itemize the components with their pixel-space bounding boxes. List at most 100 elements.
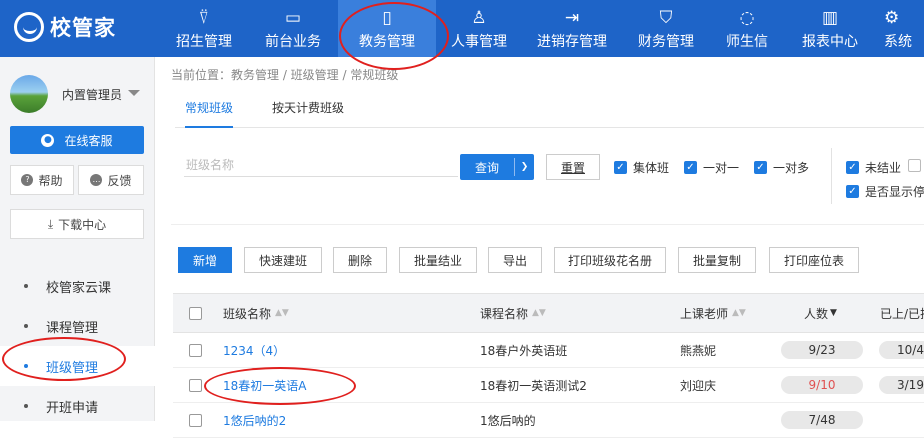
sidebar: 内置管理员 ● 在线客服 ? 帮助 … 反馈 ⤓ 下载中心 校管家云课 课程管理… (0, 57, 155, 421)
sidebar-item-class-management[interactable]: 班级管理 (0, 346, 155, 386)
sidebar-item-course-management[interactable]: 课程管理 (0, 306, 155, 346)
print-seating-chart-button[interactable]: 打印座位表 (769, 247, 859, 273)
download-center-button[interactable]: ⤓ 下载中心 (10, 209, 144, 239)
sidebar-item-label: 开班申请 (46, 400, 99, 416)
checkmark-icon: ✓ (754, 161, 767, 174)
nav-item-finance[interactable]: ⛉ 财务管理 (622, 0, 710, 57)
nav-item-hr[interactable]: ♙ 人事管理 (436, 0, 522, 57)
nav-label: 教务管理 (359, 33, 415, 50)
column-header-class-name[interactable]: 班级名称 ▲▼ (223, 294, 289, 332)
sidebar-item-cloud-course[interactable]: 校管家云课 (0, 266, 155, 306)
money-shield-icon: ⛉ (659, 7, 673, 28)
tab-regular-class[interactable]: 常规班级 (185, 92, 234, 128)
class-name-link[interactable]: 18春初一英语A (223, 368, 306, 402)
checkbox-label: 一对一 (703, 161, 740, 175)
teacher-name: 刘迎庆 (680, 378, 717, 393)
nav-item-inventory[interactable]: ⇥ 进销存管理 (522, 0, 622, 57)
table-row: 18春初一英语A 18春初一英语测试2 刘迎庆 9/10 3/19 (173, 368, 924, 403)
checkmark-icon: ✓ (684, 161, 697, 174)
query-label: 查询 (474, 160, 499, 175)
person-icon: ♙ (471, 7, 487, 28)
question-icon: ? (21, 174, 34, 186)
row-checkbox[interactable] (189, 403, 202, 437)
avatar[interactable] (10, 75, 48, 113)
user-plus-icon: ⍢ (198, 7, 210, 28)
nav-item-messages[interactable]: ◌ 师生信 (710, 0, 784, 57)
nav-item-front-desk[interactable]: ▭ 前台业务 (248, 0, 338, 57)
nav-item-system[interactable]: ⚙ 系统 (876, 0, 924, 57)
download-center-label: 下载中心 (58, 217, 107, 232)
export-button[interactable]: 导出 (488, 247, 542, 273)
nav-label: 前台业务 (265, 33, 321, 50)
checkbox-not-graduated[interactable]: ✓ 未结业 (846, 159, 901, 176)
column-header-count[interactable]: 人数 ▼ (804, 294, 837, 332)
nav-label: 报表中心 (802, 33, 858, 50)
nav-label: 进销存管理 (537, 33, 607, 50)
section-divider (171, 224, 924, 225)
tab-daily-billing-class[interactable]: 按天计费班级 (272, 92, 344, 128)
nav-item-admissions[interactable]: ⍢ 招生管理 (160, 0, 248, 57)
column-header-progress[interactable]: 已上/已排 (880, 294, 924, 332)
checkbox-icon (189, 343, 202, 357)
column-header-teacher[interactable]: 上课老师 ▲▼ (680, 294, 746, 332)
app-logo[interactable]: 校管家 (14, 12, 116, 42)
chevron-down-icon[interactable]: ❯ (515, 162, 534, 172)
batch-graduate-button[interactable]: 批量结业 (399, 247, 477, 273)
feedback-icon: … (90, 174, 103, 186)
nav-item-academic[interactable]: ▯ 教务管理 (338, 0, 436, 57)
row-checkbox[interactable] (189, 368, 202, 402)
course-name: 18春户外英语班 (480, 343, 568, 358)
class-tabs: 常规班级 按天计费班级 (175, 92, 924, 128)
print-roster-button[interactable]: 打印班级花名册 (554, 247, 666, 273)
sort-desc-icon: ▼ (830, 308, 837, 318)
sidebar-item-label: 班级管理 (46, 360, 99, 376)
chevron-down-icon[interactable] (128, 90, 140, 96)
count-pill: 9/10 (781, 376, 863, 394)
nav-label: 师生信 (726, 33, 768, 50)
count-pill: 7/48 (781, 411, 863, 429)
nav-label: 系统 (884, 33, 912, 50)
batch-copy-button[interactable]: 批量复制 (678, 247, 756, 273)
checkbox-group-class[interactable]: ✓ 集体班 (614, 159, 669, 176)
online-service-button[interactable]: ● 在线客服 (10, 126, 144, 154)
header-label: 人数 (804, 306, 829, 321)
feedback-button[interactable]: … 反馈 (78, 165, 144, 195)
select-all-checkbox[interactable] (189, 294, 202, 332)
top-navigation-bar: 校管家 ⍢ 招生管理 ▭ 前台业务 ▯ 教务管理 ♙ 人事管理 ⇥ 进销存管理 … (0, 0, 924, 57)
bullet-icon (24, 284, 28, 288)
class-name-link[interactable]: 1悠后呐的2 (223, 403, 286, 437)
sidebar-item-label: 校管家云课 (46, 280, 112, 296)
table-row: 1234（4） 18春户外英语班 熊燕妮 9/23 10/4 (173, 333, 924, 368)
nav-item-reports[interactable]: ▥ 报表中心 (784, 0, 876, 57)
checkbox-unlabeled[interactable] (908, 159, 924, 172)
table-header: 班级名称▲▼ 课程名称▲▼ 上课老师▲▼ 人数▼ 已上/已排 (173, 293, 924, 333)
chat-bubble-icon: ● (41, 133, 55, 147)
delete-button[interactable]: 删除 (333, 247, 387, 273)
student-count: 9/23 (781, 333, 863, 367)
add-button[interactable]: 新增 (178, 247, 232, 273)
checkbox-icon (189, 306, 202, 320)
column-header-course-name[interactable]: 课程名称 ▲▼ (480, 294, 546, 332)
query-button[interactable]: 查询 ❯ (460, 154, 534, 180)
checkbox-one-on-one[interactable]: ✓ 一对一 (684, 159, 739, 176)
quick-create-class-button[interactable]: 快速建班 (244, 247, 322, 273)
class-name-link[interactable]: 1234（4） (223, 333, 285, 367)
header-label: 已上/已排 (880, 306, 924, 321)
header-label: 上课老师 (680, 306, 729, 321)
logo-mark-icon (14, 12, 44, 42)
user-name[interactable]: 内置管理员 (62, 86, 122, 103)
checkbox-one-on-many[interactable]: ✓ 一对多 (754, 159, 809, 176)
checkbox-show-stopped[interactable]: ✓ 是否显示停 (846, 183, 924, 200)
online-service-label: 在线客服 (64, 133, 113, 148)
lesson-progress: 3/19 (879, 368, 924, 402)
book-icon: ▯ (382, 7, 392, 28)
help-button[interactable]: ? 帮助 (10, 165, 74, 195)
row-checkbox[interactable] (189, 333, 202, 367)
nav-label: 人事管理 (451, 33, 507, 50)
checkbox-empty-icon (908, 159, 921, 172)
class-name-search-input[interactable] (184, 153, 458, 177)
reset-button[interactable]: 重置 (546, 154, 600, 180)
header-label: 班级名称 (223, 306, 272, 321)
sidebar-item-class-application[interactable]: 开班申请 (0, 386, 155, 426)
chart-icon: ▥ (821, 7, 839, 28)
